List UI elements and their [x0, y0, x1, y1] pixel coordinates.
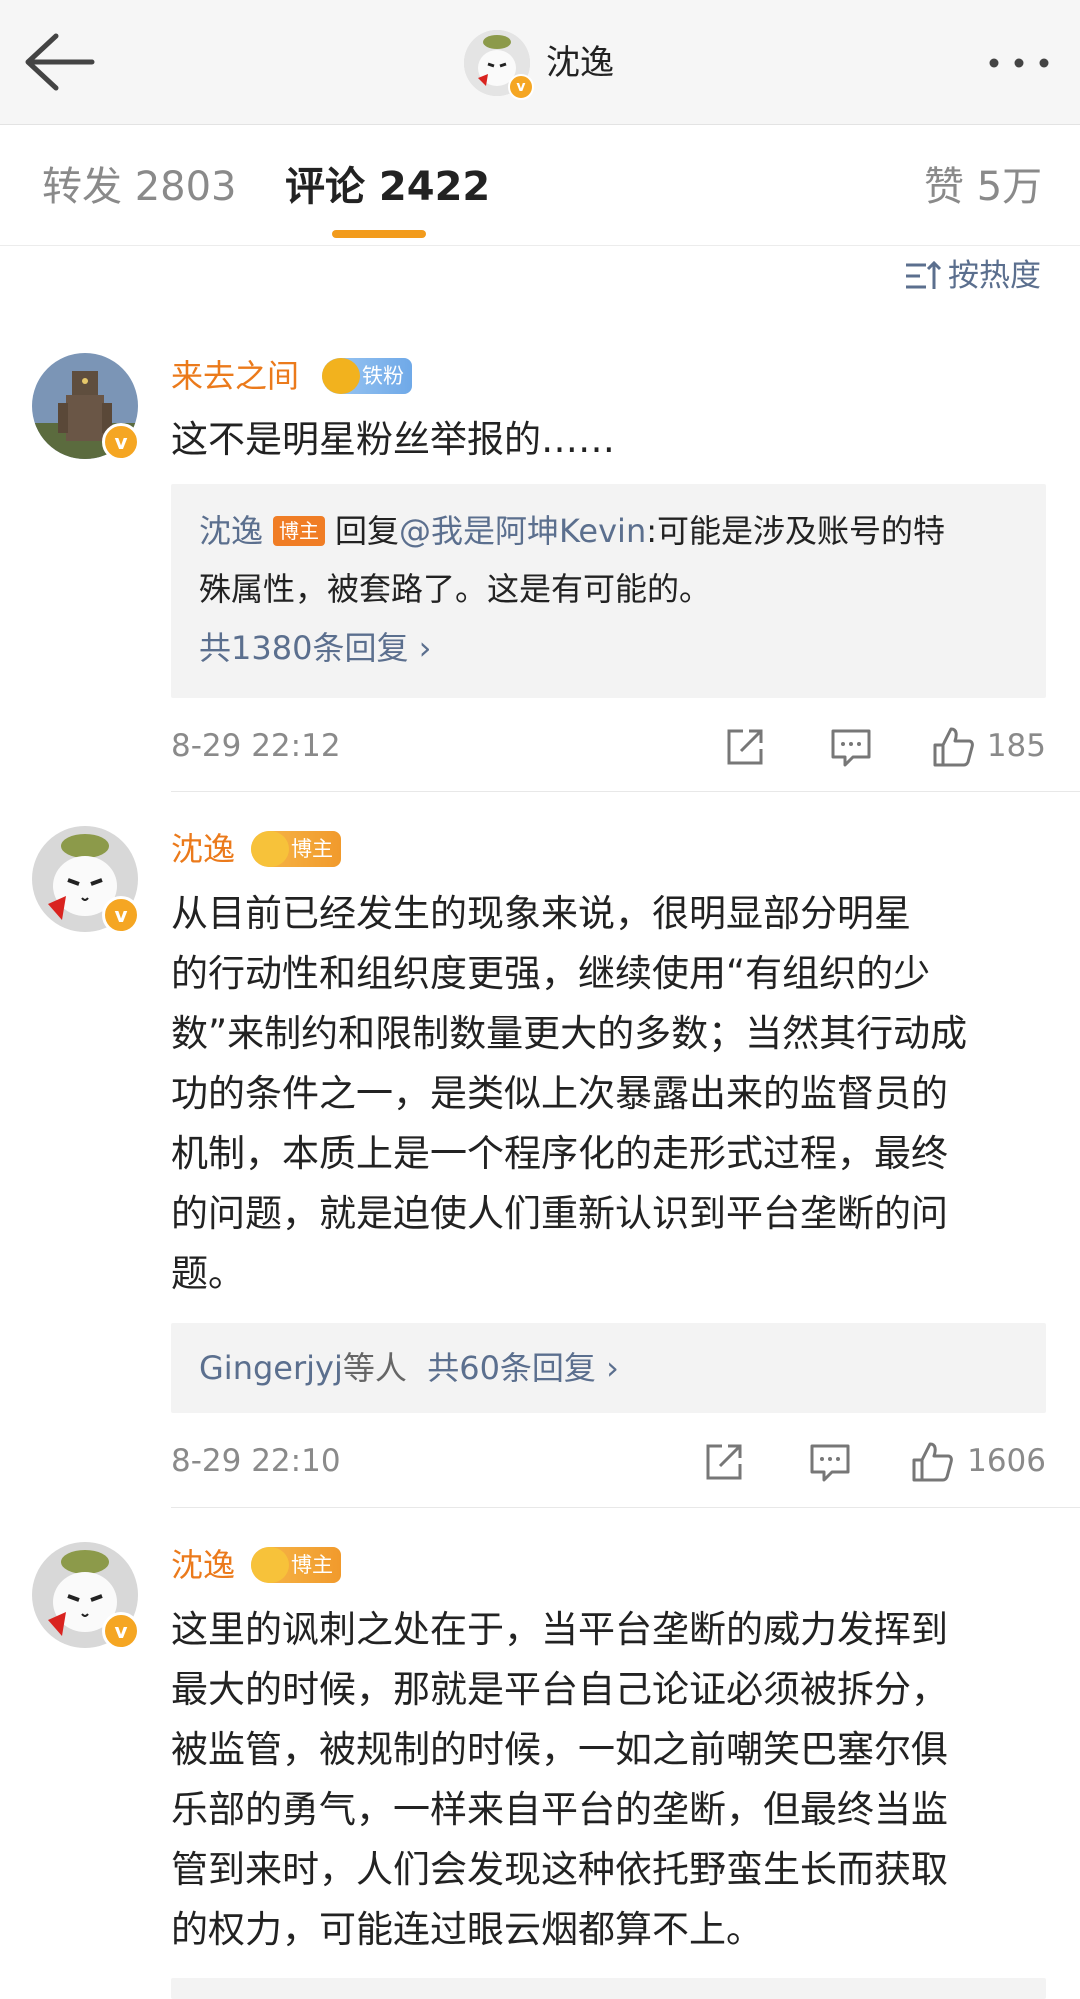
verified-badge-icon: v [102, 896, 140, 934]
reply-author[interactable]: 沈逸 [199, 512, 263, 550]
page-title: 沈逸 [546, 43, 614, 83]
tab-comments[interactable]: 评论 2422 [285, 160, 490, 214]
tab-reposts[interactable]: 转发 2803 [42, 160, 237, 214]
avatar[interactable]: v [32, 1542, 140, 1650]
avatar[interactable]: v [32, 353, 140, 461]
username[interactable]: 沈逸 [171, 827, 235, 871]
reply-line: 殊属性，被套路了。这是有可能的。 [199, 570, 712, 608]
reply-box[interactable]: Gingerjyj等人 共60条回复 › [171, 1323, 1046, 1413]
host-badge: 博主 [251, 1547, 341, 1583]
comment-meta: 8-29 22:10 1606 [171, 1436, 1046, 1486]
crown-icon [251, 831, 289, 867]
back-arrow-icon[interactable] [22, 30, 96, 94]
avatar[interactable]: v [464, 30, 534, 100]
sort-label: 按热度 [948, 258, 1041, 294]
verified-badge-icon: v [102, 1612, 140, 1650]
username[interactable]: 沈逸 [171, 1543, 235, 1587]
username[interactable]: 来去之间 [171, 354, 299, 398]
more-replies-link[interactable]: Gingerjyj等人 共60条回复 › [199, 1346, 619, 1390]
share-icon[interactable] [723, 725, 767, 769]
divider [171, 1507, 1080, 1508]
host-badge: 博主 [251, 831, 341, 867]
more-replies-link[interactable]: 共1380条回复 › [199, 626, 431, 670]
top-bar: v 沈逸 [0, 0, 1080, 125]
active-tab-indicator [332, 230, 426, 238]
fan-badge: 铁粉 [322, 358, 412, 394]
like-icon[interactable] [910, 1440, 954, 1484]
comment-text: 这不是明星粉丝举报的…… [171, 418, 615, 461]
timestamp: 8-29 22:10 [171, 1443, 341, 1479]
sort-button[interactable]: 按热度 [904, 254, 1041, 298]
timestamp: 8-29 22:12 [171, 728, 341, 764]
reply-line: 沈逸 博主 回复@我是阿坤Kevin:可能是涉及账号的特 [199, 512, 946, 550]
more-dots-icon[interactable] [984, 40, 1054, 86]
like-icon[interactable] [931, 725, 975, 769]
host-tag: 博主 [273, 516, 326, 546]
sort-icon [906, 260, 942, 289]
divider [171, 791, 1080, 792]
avatar[interactable]: v [32, 826, 140, 934]
comment-icon[interactable] [808, 1440, 852, 1484]
share-icon[interactable] [702, 1440, 746, 1484]
like-count: 1606 [967, 1443, 1046, 1479]
verified-badge-icon: v [508, 74, 534, 100]
reply-author[interactable]: Gingerjyj [199, 1349, 343, 1387]
reply-box[interactable]: 沈逸 博主 回复@我是阿坤Kevin:可能是涉及账号的特 殊属性，被套路了。这是有可… [171, 484, 1046, 698]
comment-icon[interactable] [829, 725, 873, 769]
tab-bar: 转发 2803 评论 2422 赞 5万 [0, 126, 1080, 246]
tab-likes[interactable]: 赞 5万 [924, 160, 1042, 214]
like-count: 185 [986, 728, 1046, 764]
verified-badge-icon: v [102, 423, 140, 461]
crown-icon [251, 1547, 289, 1583]
mention-link[interactable]: @我是阿坤Kevin [399, 512, 646, 550]
reply-box[interactable] [171, 1978, 1046, 1999]
comment-meta: 8-29 22:12 185 [171, 721, 1046, 771]
crown-icon [322, 358, 360, 394]
